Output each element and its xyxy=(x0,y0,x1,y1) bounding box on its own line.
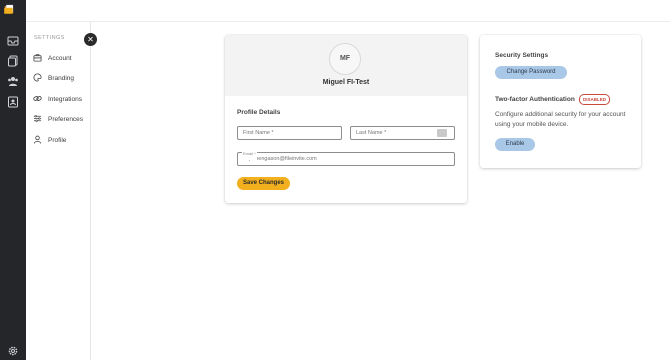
app-logo-icon[interactable] xyxy=(3,2,23,20)
change-password-button[interactable]: Change Password xyxy=(495,66,567,79)
last-name-field[interactable]: Last Name * xyxy=(350,126,455,140)
close-settings-button[interactable]: ✕ xyxy=(84,33,97,46)
settings-panel: SETTINGS Account Branding Integrations P… xyxy=(26,22,91,360)
inbox-icon[interactable] xyxy=(6,34,20,48)
sidebar-item-account[interactable]: Account xyxy=(33,52,72,64)
sidebar-item-label: Branding xyxy=(48,74,75,82)
team-icon[interactable] xyxy=(6,74,20,88)
sidebar-item-label: Integrations xyxy=(48,95,82,103)
sidebar-item-integrations[interactable]: Integrations xyxy=(33,93,82,105)
link-icon xyxy=(33,94,42,105)
last-name-placeholder: Last Name * xyxy=(356,130,387,136)
user-icon xyxy=(33,135,42,146)
status-badge: DISABLED xyxy=(579,94,611,105)
security-card: Security Settings Change Password Two-fa… xyxy=(480,35,641,168)
contacts-icon[interactable] xyxy=(6,95,20,109)
sidebar-item-label: Profile xyxy=(48,136,67,144)
app-rail xyxy=(0,0,26,360)
email-label: Email * xyxy=(242,148,257,160)
profile-card: MF Miguel FI-Test Profile Details First … xyxy=(225,35,467,203)
save-changes-button[interactable]: Save Changes xyxy=(237,177,290,190)
close-icon: ✕ xyxy=(87,35,94,44)
first-name-placeholder: First Name * xyxy=(243,130,274,136)
twofa-description: Configure additional security for your a… xyxy=(495,111,626,128)
first-name-field[interactable]: First Name * xyxy=(237,126,342,140)
settings-title: SETTINGS xyxy=(34,35,65,41)
sidebar-item-preferences[interactable]: Preferences xyxy=(33,113,83,125)
profile-name: Miguel FI-Test xyxy=(322,79,370,86)
gear-icon[interactable] xyxy=(6,344,20,358)
sidebar-item-label: Account xyxy=(48,54,72,62)
palette-icon xyxy=(33,72,42,84)
twofa-title: Two-factor Authentication xyxy=(495,96,575,103)
email-field[interactable]: Email * m.panengason@fileinvite.com xyxy=(237,148,455,166)
sliders-icon xyxy=(33,114,42,125)
documents-icon[interactable] xyxy=(6,54,20,68)
avatar[interactable]: MF xyxy=(329,43,361,75)
security-settings-title: Security Settings xyxy=(495,52,549,59)
profile-details-title: Profile Details xyxy=(237,109,281,116)
sidebar-item-branding[interactable]: Branding xyxy=(33,72,74,84)
sidebar-item-profile[interactable]: Profile xyxy=(33,134,66,146)
sidebar-item-label: Preferences xyxy=(48,115,84,123)
enable-button[interactable]: Enable xyxy=(495,138,535,151)
header-divider xyxy=(26,21,670,22)
briefcase-icon xyxy=(33,53,42,64)
profile-header: MF Miguel FI-Test xyxy=(225,35,467,96)
autofill-icon[interactable] xyxy=(437,129,447,137)
